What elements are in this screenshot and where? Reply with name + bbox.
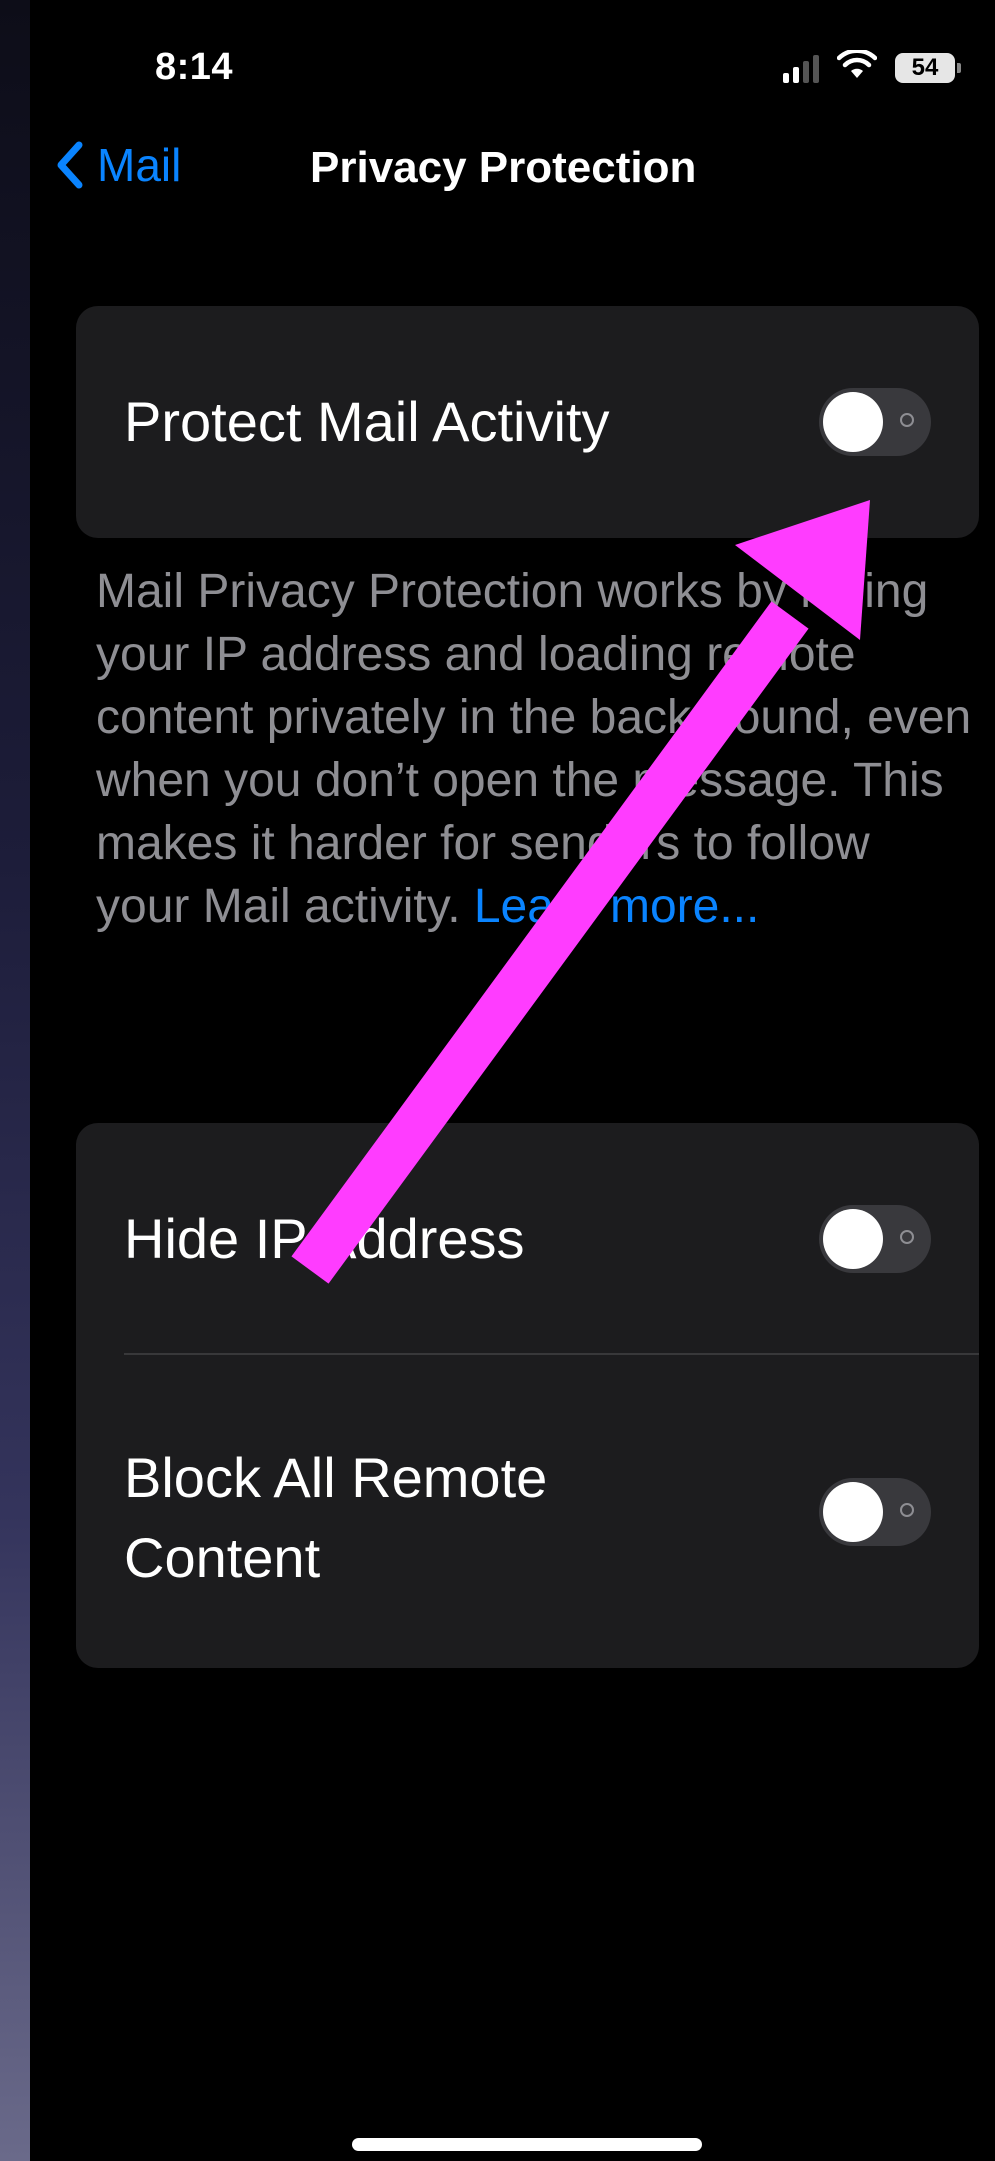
status-icons: 54 [783,48,961,85]
protect-mail-activity-label: Protect Mail Activity [124,390,610,453]
screenshot-page: 8:14 54 Mail Privacy Protection Protect … [0,0,995,2161]
wifi-icon [836,48,878,85]
hide-ip-address-label: Hide IP Address [124,1207,525,1270]
toggle-off-indicator [900,413,914,427]
cellular-signal-icon [783,53,819,83]
hide-ip-address-toggle[interactable] [819,1205,931,1273]
protect-mail-activity-toggle[interactable] [819,388,931,456]
phone-screen: 8:14 54 Mail Privacy Protection Protect … [30,0,995,2161]
privacy-description-text: Mail Privacy Protection works by hiding … [96,565,972,933]
page-title: Privacy Protection [310,143,697,192]
toggle-knob [823,1209,883,1269]
backdrop-strip [0,0,30,2161]
back-button[interactable]: Mail [55,138,181,192]
privacy-description: Mail Privacy Protection works by hiding … [96,560,976,938]
home-indicator [352,2138,702,2151]
privacy-options-card: Hide IP Address Block All Remote Content [76,1123,979,1668]
toggle-off-indicator [900,1503,914,1517]
block-remote-content-label: Block All Remote Content [124,1446,548,1589]
back-button-label: Mail [97,139,182,191]
protect-mail-activity-card: Protect Mail Activity [76,306,979,538]
chevron-left-icon [57,141,83,189]
toggle-knob [823,1482,883,1542]
block-remote-content-toggle[interactable] [819,1478,931,1546]
row-separator [124,1353,979,1355]
toggle-knob [823,392,883,452]
toggle-off-indicator [900,1230,914,1244]
learn-more-link[interactable]: Learn more... [474,880,759,933]
battery-icon: 54 [895,52,961,83]
status-time: 8:14 [155,46,234,88]
